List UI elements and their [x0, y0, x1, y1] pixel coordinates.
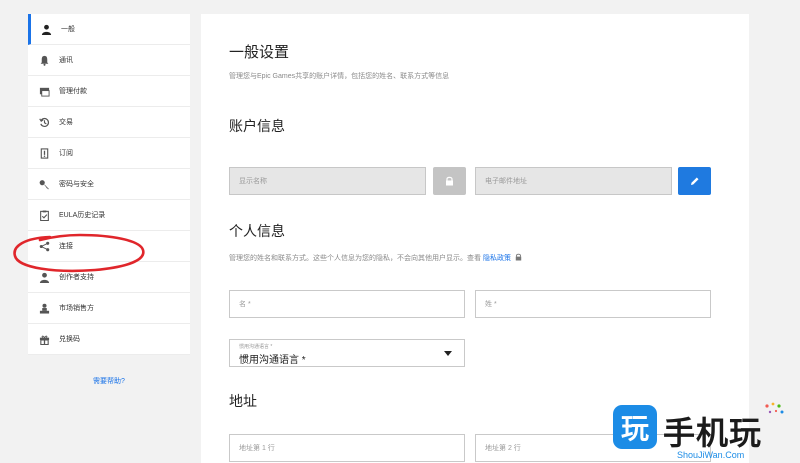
display-name-field[interactable]: 显示名称 [229, 167, 426, 195]
edit-email-button[interactable] [678, 167, 711, 195]
sidebar-item-label: 一般 [61, 26, 75, 33]
display-name-placeholder: 显示名称 [239, 178, 267, 185]
seller-icon [38, 302, 50, 314]
settings-sidebar: 一般 通讯 管理付款 交易 订阅 密码与安全 EULA历史记录 连接 创作者支持… [28, 14, 190, 355]
first-name-placeholder: 名 * [239, 301, 251, 308]
subscription-icon [38, 147, 50, 159]
history-icon [38, 116, 50, 128]
address-line1-placeholder: 地址第 1 行 [239, 445, 275, 452]
payment-icon [38, 85, 50, 97]
share-icon [38, 240, 50, 252]
watermark-logo: 玩 [613, 405, 657, 449]
sidebar-item-payments[interactable]: 管理付款 [28, 76, 190, 107]
sidebar-item-label: 交易 [59, 119, 73, 126]
sidebar-item-connections[interactable]: 连接 [28, 231, 190, 262]
privacy-note-text: 管理您的姓名和联系方式。这些个人信息为您的隐私，不会向其他用户显示。查看 [229, 255, 481, 262]
display-name-lock-button[interactable] [433, 167, 466, 195]
address-heading: 地址 [229, 393, 257, 409]
address-line1-field[interactable]: 地址第 1 行 [229, 434, 465, 462]
sidebar-item-redeem-code[interactable]: 兑换码 [28, 324, 190, 355]
gift-icon [38, 333, 50, 345]
watermark-dots-icon [765, 402, 784, 414]
account-info-heading: 账户信息 [229, 118, 285, 134]
general-settings-panel: 一般设置 管理您与Epic Games共享的账户详情，包括您的姓名、联系方式等信… [201, 14, 749, 463]
sidebar-item-label: 兑换码 [59, 336, 80, 343]
sidebar-item-transactions[interactable]: 交易 [28, 107, 190, 138]
language-select[interactable]: 惯用沟通语言 * 惯用沟通语言 * [229, 339, 465, 367]
help-link[interactable]: 需要帮助? [28, 376, 190, 386]
personal-info-heading: 个人信息 [229, 223, 285, 239]
caret-down-icon [444, 351, 452, 356]
language-select-label: 惯用沟通语言 * [239, 344, 273, 350]
sidebar-item-general[interactable]: 一般 [28, 14, 190, 45]
bell-icon [38, 54, 50, 66]
watermark-logo-char: 玩 [620, 413, 649, 444]
language-select-value: 惯用沟通语言 * [239, 355, 306, 366]
email-placeholder: 电子邮件地址 [485, 178, 527, 185]
privacy-note: 管理您的姓名和联系方式。这些个人信息为您的隐私，不会向其他用户显示。查看 隐私政… [229, 253, 522, 263]
sidebar-item-label: 管理付款 [59, 88, 87, 95]
page-description: 管理您与Epic Games共享的账户详情，包括您的姓名、联系方式等信息 [229, 73, 450, 80]
sidebar-item-label: 通讯 [59, 57, 73, 64]
sidebar-item-eula-history[interactable]: EULA历史记录 [28, 200, 190, 231]
watermark-text: 手机玩 [663, 415, 763, 451]
lock-icon [446, 176, 453, 186]
person-icon [40, 23, 52, 35]
sidebar-item-notifications[interactable]: 通讯 [28, 45, 190, 76]
first-name-field[interactable]: 名 * [229, 290, 465, 318]
page-title: 一般设置 [229, 44, 290, 61]
address-line2-placeholder: 地址第 2 行 [485, 445, 521, 452]
lock-icon [515, 253, 522, 261]
sidebar-item-label: EULA历史记录 [59, 212, 106, 219]
last-name-placeholder: 姓 * [485, 301, 497, 308]
sidebar-item-label: 密码与安全 [59, 181, 94, 188]
sidebar-item-marketplace-seller[interactable]: 市场销售方 [28, 293, 190, 324]
email-field[interactable]: 电子邮件地址 [475, 167, 672, 195]
sidebar-item-subscriptions[interactable]: 订阅 [28, 138, 190, 169]
sidebar-item-label: 创作者支持 [59, 274, 94, 281]
sidebar-item-creator-support[interactable]: 创作者支持 [28, 262, 190, 293]
sidebar-item-label: 订阅 [59, 150, 73, 157]
last-name-field[interactable]: 姓 * [475, 290, 711, 318]
sidebar-item-password-security[interactable]: 密码与安全 [28, 169, 190, 200]
sidebar-item-label: 市场销售方 [59, 305, 94, 312]
watermark-url: ShouJiWan.Com [677, 450, 745, 460]
pencil-icon [690, 177, 698, 185]
clipboard-check-icon [38, 209, 50, 221]
privacy-policy-link[interactable]: 隐私政策 [483, 255, 511, 262]
sidebar-item-label: 连接 [59, 243, 73, 250]
creator-icon [38, 271, 50, 283]
key-icon [38, 178, 50, 190]
